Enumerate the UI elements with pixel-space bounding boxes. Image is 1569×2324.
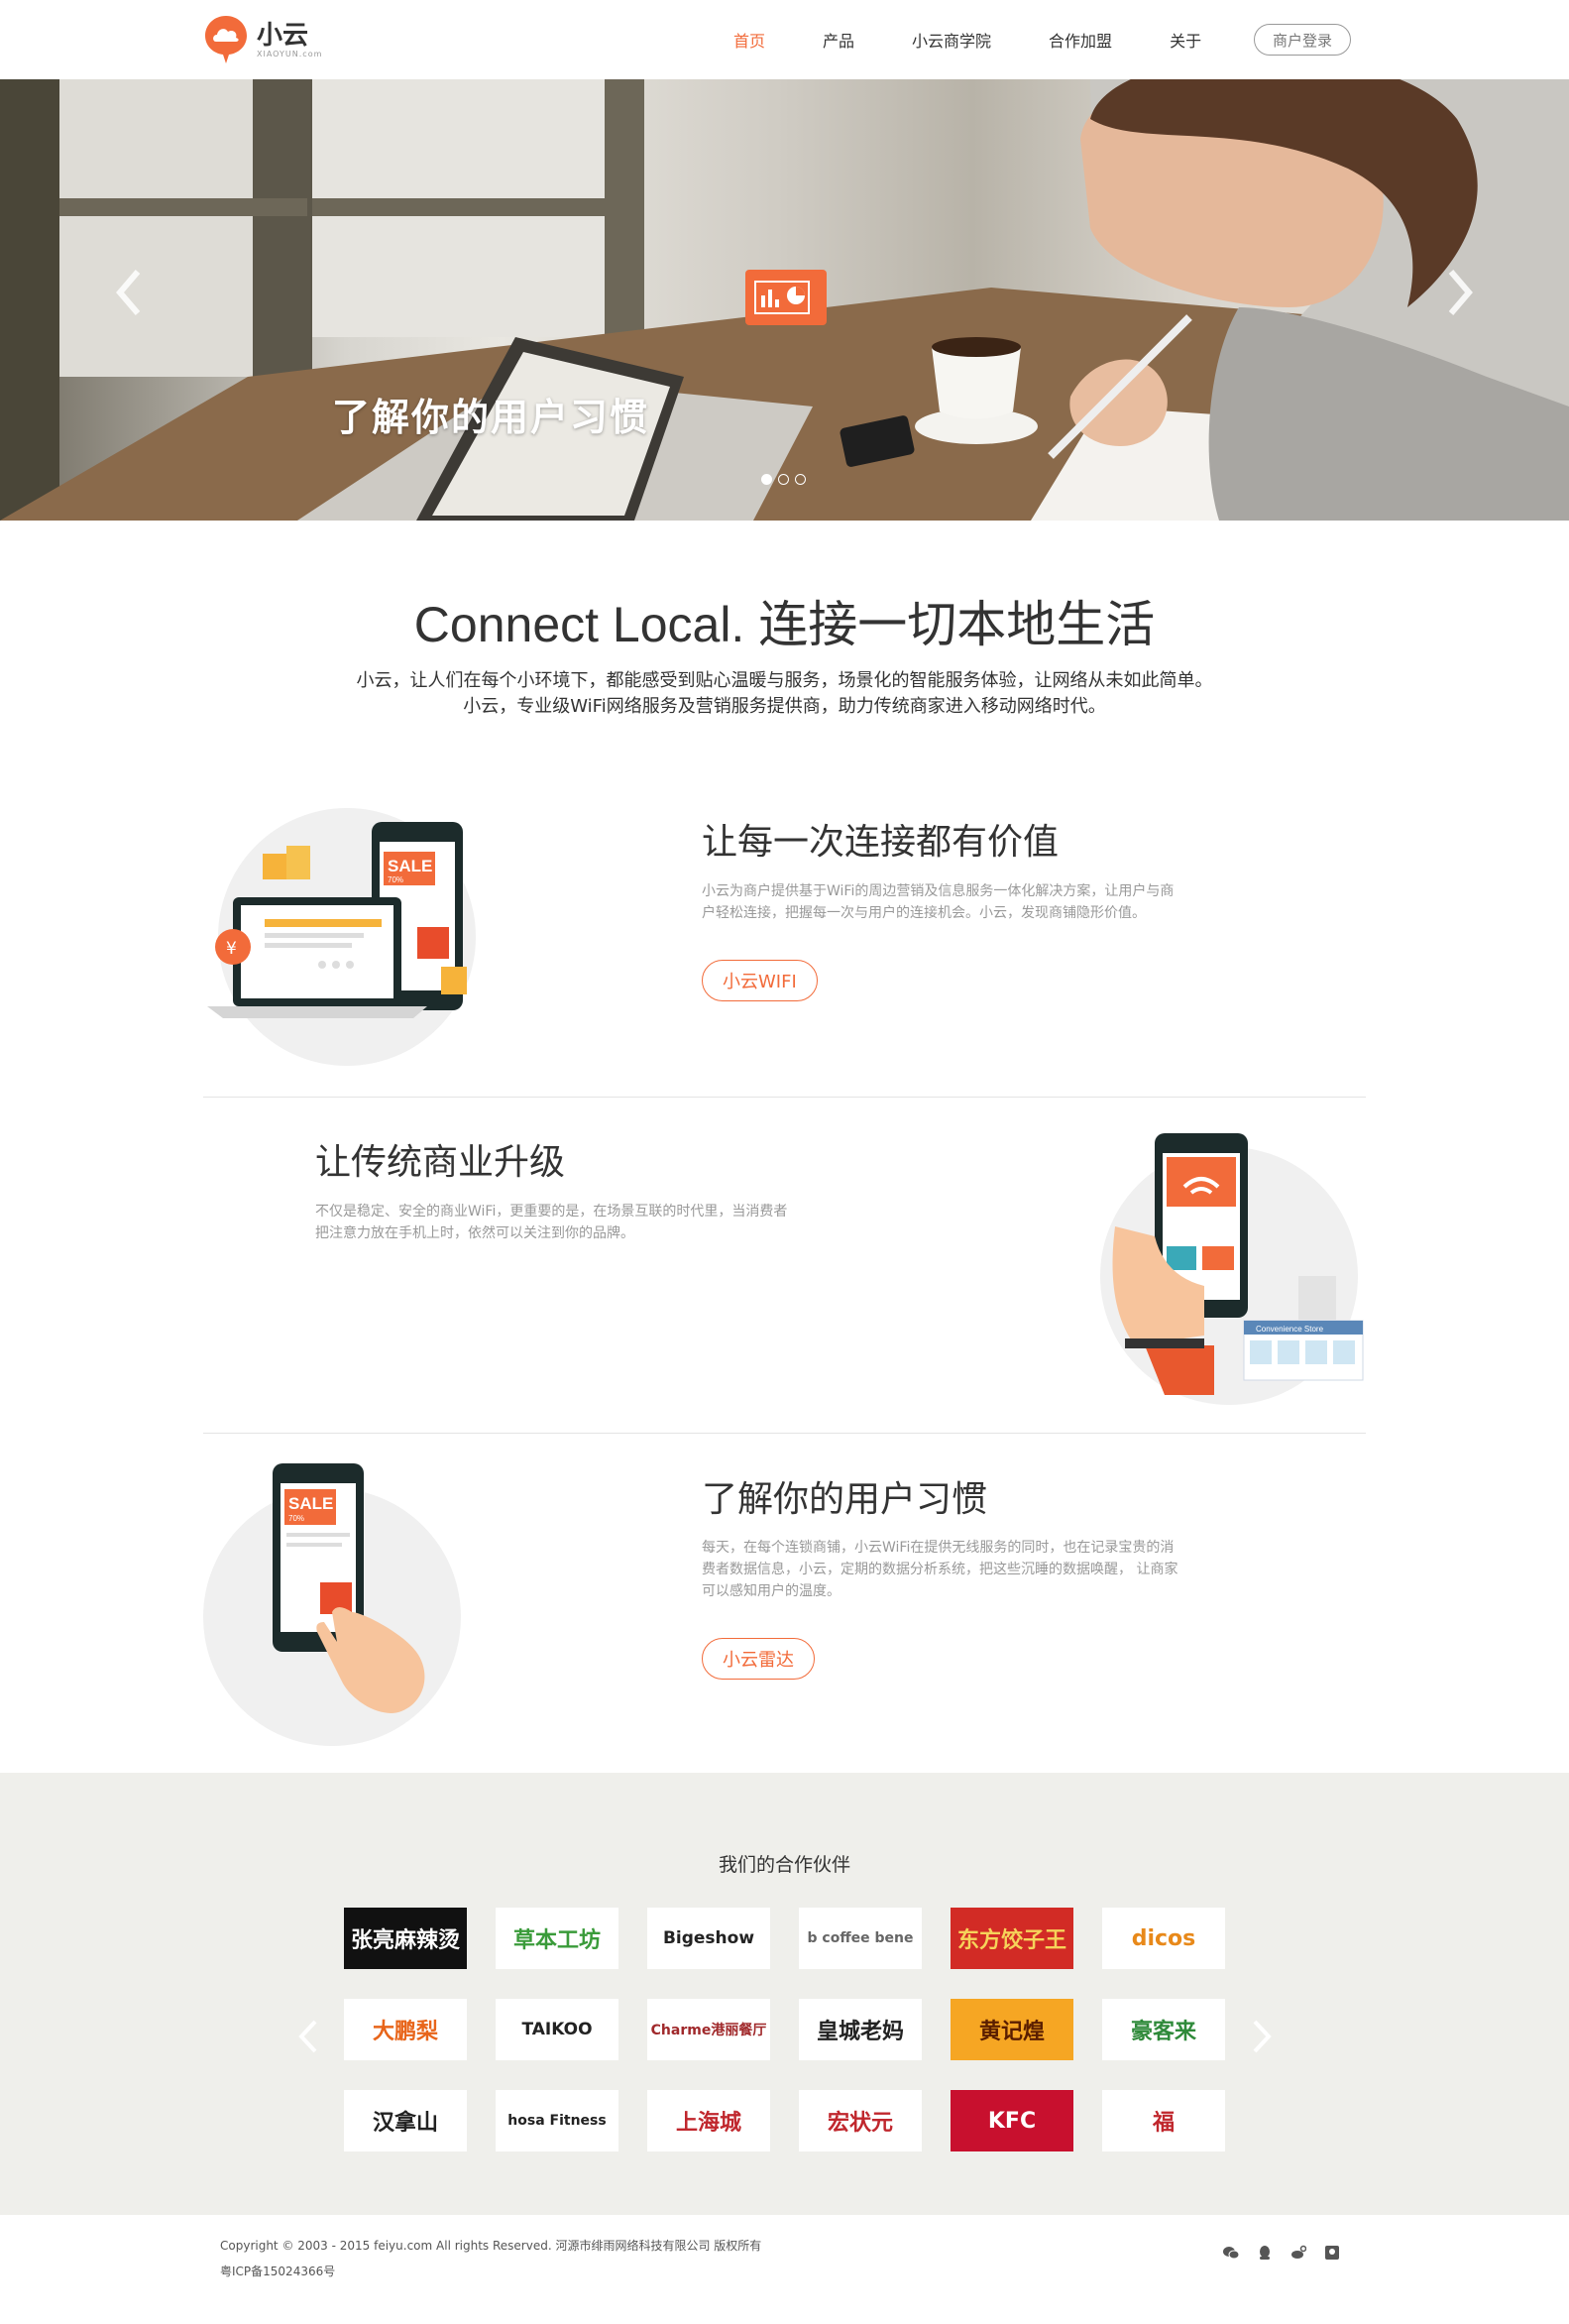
- feature-desc-line: 费者数据信息，小云，定期的数据分析系统，把这些沉睡的数据唤醒， 让商家: [702, 1562, 1178, 1577]
- icp-license[interactable]: 粤ICP备15024366号: [220, 2263, 335, 2279]
- header: 小云 XIAOYUN.com 首页 产品 小云商学院 合作加盟 关于 商户登录: [0, 0, 1569, 79]
- partner-logo[interactable]: dicos: [1102, 1908, 1225, 1969]
- logo-subtext: XIAOYUN.com: [257, 49, 323, 58]
- partner-logo[interactable]: 黄记煌: [951, 1999, 1073, 2060]
- feature-desc-line: 把注意力放在手机上时，依然可以关注到你的品牌。: [315, 1225, 634, 1241]
- partners-section: 我们的合作伙伴 张亮麻辣烫 草本工坊 Bigeshow b coffee bene 东方…: [0, 1773, 1569, 2215]
- feature-desc-line: 不仅是稳定、安全的商业WiFi，更重要的是，在场景互联的时代里，当消费者: [315, 1204, 788, 1220]
- connect-illustration: SALE 70% ¥: [207, 808, 476, 1066]
- partner-logo[interactable]: TAIKOO: [496, 1999, 618, 2060]
- hero-carousel: 了解你的用户习惯: [0, 79, 1569, 521]
- insight-illustration: SALE 70%: [203, 1463, 461, 1746]
- sale-percent: 70%: [388, 875, 403, 884]
- feature-upgrade: 让传统商业升级 不仅是稳定、安全的商业WiFi，更重要的是，在场景互联的时代里，…: [203, 1098, 1366, 1433]
- partner-logo[interactable]: b coffee bene: [799, 1908, 922, 1969]
- sale-text: SALE: [388, 857, 432, 875]
- xiaoyun-radar-button[interactable]: 小云雷达: [702, 1638, 815, 1680]
- partners-prev-arrow[interactable]: [297, 2019, 319, 2054]
- partner-logo[interactable]: 张亮麻辣烫: [344, 1908, 467, 1969]
- feature-title: 让传统商业升级: [315, 1142, 566, 1183]
- partners-next-arrow[interactable]: [1251, 2019, 1273, 2054]
- nav-about[interactable]: 关于: [1170, 28, 1201, 52]
- xiaoyun-wifi-button[interactable]: 小云WIFI: [702, 960, 818, 1001]
- carousel-dot[interactable]: [778, 474, 789, 485]
- tencent-weibo-icon[interactable]: [1324, 2245, 1340, 2261]
- partner-logo[interactable]: 上海城: [647, 2090, 770, 2151]
- logo[interactable]: 小云 XIAOYUN.com: [203, 14, 322, 65]
- svg-text:¥: ¥: [226, 939, 237, 959]
- carousel-prev-arrow[interactable]: [114, 268, 144, 317]
- logo-text: 小云: [257, 20, 309, 51]
- partner-logo[interactable]: 汉拿山: [344, 2090, 467, 2151]
- merchant-login-button[interactable]: 商户登录: [1254, 24, 1351, 56]
- banner-title: 了解你的用户习惯: [332, 396, 650, 439]
- partner-logo[interactable]: 豪客来: [1102, 1999, 1225, 2060]
- partner-logo[interactable]: 草本工坊: [496, 1908, 618, 1969]
- sale-percent: 70%: [288, 1514, 304, 1523]
- intro-title: Connect Local. 连接一切本地生活: [413, 597, 1156, 652]
- nav-academy[interactable]: 小云商学院: [912, 28, 991, 52]
- intro-text-line: 小云，让人们在每个小环境下，都能感受到贴心温暖与服务，场景化的智能服务体验，让网…: [356, 670, 1213, 691]
- partner-logo[interactable]: hosa Fitness: [496, 2090, 618, 2151]
- qq-icon[interactable]: [1257, 2245, 1273, 2261]
- sale-text: SALE: [288, 1494, 333, 1513]
- store-sign: Convenience Store: [1256, 1325, 1324, 1334]
- partner-logo[interactable]: 宏状元: [799, 2090, 922, 2151]
- wechat-icon[interactable]: [1223, 2245, 1239, 2261]
- weibo-icon[interactable]: [1290, 2245, 1306, 2261]
- carousel-dot[interactable]: [795, 474, 806, 485]
- footer: Copyright © 2003 - 2015 feiyu.com All ri…: [0, 2215, 1569, 2324]
- partner-logo[interactable]: Bigeshow: [647, 1908, 770, 1969]
- partner-logo[interactable]: KFC: [951, 2090, 1073, 2151]
- partner-logo[interactable]: 福: [1102, 2090, 1225, 2151]
- carousel-dot[interactable]: [761, 474, 772, 485]
- partner-logo[interactable]: Charme港丽餐厅: [647, 1999, 770, 2060]
- feature-desc-line: 小云为商户提供基于WiFi的周边营销及信息服务一体化解决方案，让用户与商: [702, 883, 1175, 899]
- feature-connect: SALE 70% ¥ 让每一次连接都有价值 小云为商户提供基于WiFi的周边营销…: [203, 793, 1366, 1096]
- cloud-logo-icon: [203, 14, 249, 65]
- feature-desc-line: 户轻松连接，把握每一次与用户的连接机会。小云，发现商铺隐形价值。: [702, 905, 1146, 921]
- feature-desc-line: 可以感知用户的温度。: [702, 1583, 841, 1599]
- feature-desc-line: 每天，在每个连锁商铺，小云WiFi在提供无线服务的同时，也在记录宝贵的消: [702, 1540, 1175, 1556]
- copyright: Copyright © 2003 - 2015 feiyu.com All ri…: [220, 2239, 762, 2253]
- nav-products[interactable]: 产品: [823, 28, 854, 52]
- partner-logo[interactable]: 东方饺子王: [951, 1908, 1073, 1969]
- partner-logo[interactable]: 皇城老妈: [799, 1999, 922, 2060]
- upgrade-illustration: Convenience Store: [1100, 1133, 1364, 1405]
- partner-logo[interactable]: 大鹏梨: [344, 1999, 467, 2060]
- feature-insight: SALE 70% 了解你的用户习惯 每天，在每个连锁商铺，小云WiFi在提供无线…: [203, 1434, 1366, 1771]
- nav-franchise[interactable]: 合作加盟: [1049, 28, 1112, 52]
- partners-title: 我们的合作伙伴: [718, 1854, 850, 1876]
- carousel-dots: [761, 474, 806, 485]
- carousel-next-arrow[interactable]: [1445, 268, 1475, 317]
- feature-title: 让每一次连接都有价值: [702, 822, 1060, 863]
- feature-title: 了解你的用户习惯: [702, 1479, 988, 1520]
- chart-icon: [745, 270, 827, 325]
- main-nav: 首页 产品 小云商学院 合作加盟 关于: [733, 0, 1259, 79]
- social-links: [1223, 2245, 1340, 2261]
- nav-home[interactable]: 首页: [733, 28, 765, 52]
- intro-text-line: 小云，专业级WiFi网络服务及营销服务提供商，助力传统商家进入移动网络时代。: [463, 696, 1106, 717]
